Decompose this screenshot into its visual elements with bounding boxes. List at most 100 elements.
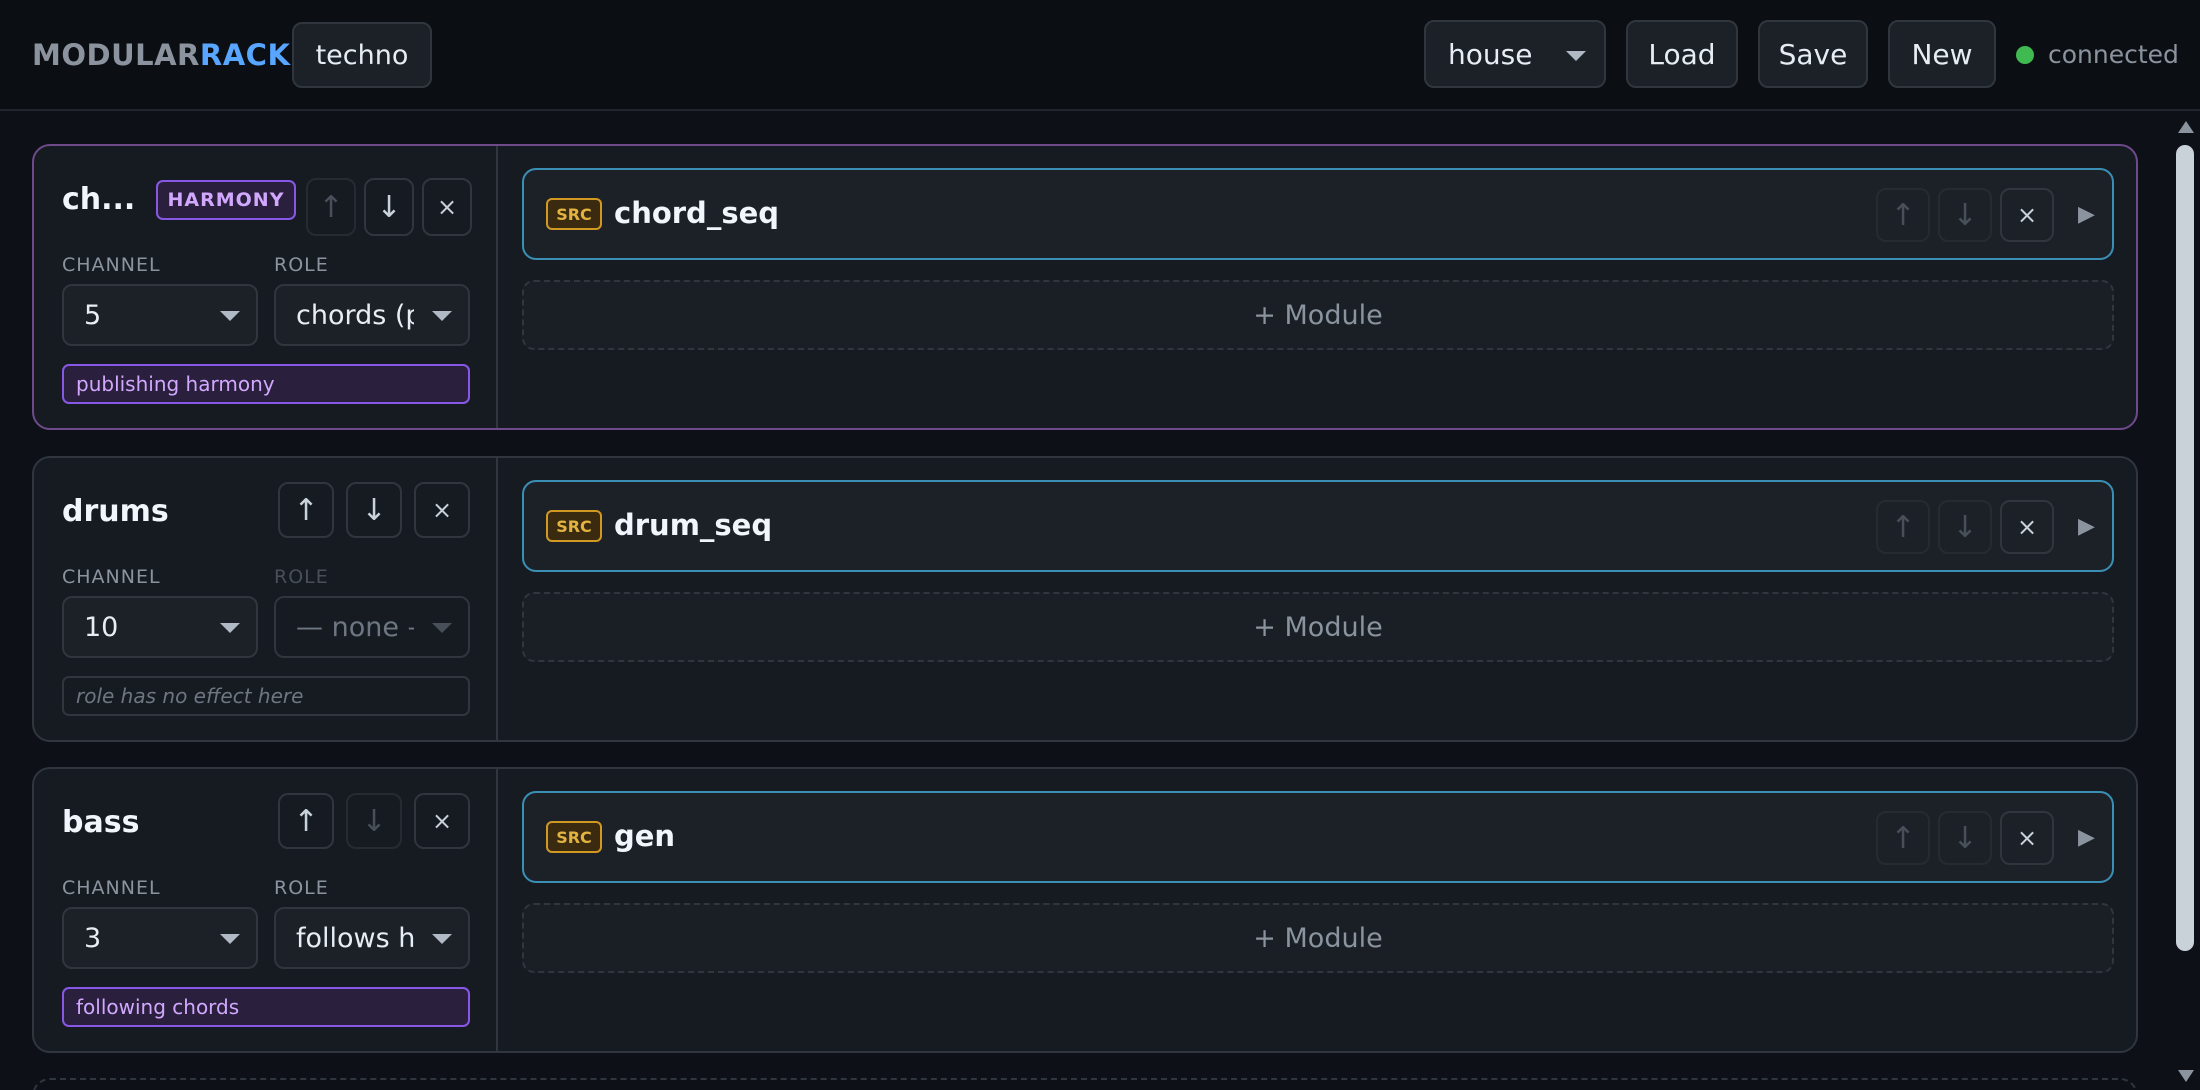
role-select-value: — none —	[296, 611, 414, 643]
close-icon: ×	[2016, 201, 2038, 229]
module-card[interactable]: SRC chord_seq ↑ ↓ × ▶	[522, 168, 2114, 260]
move-module-down-button[interactable]: ↓	[1938, 500, 1992, 554]
track-bass: bass ↑ ↓ × CHANNEL ROLE 3 follows ha fol…	[32, 767, 2138, 1053]
delete-module-button[interactable]: ×	[2000, 811, 2054, 865]
new-button[interactable]: New	[1888, 20, 1996, 88]
delete-track-button[interactable]: ×	[414, 793, 470, 849]
scroll-up-icon[interactable]	[2178, 121, 2194, 133]
move-track-up-button[interactable]: ↑	[306, 178, 356, 236]
delete-module-button[interactable]: ×	[2000, 188, 2054, 242]
close-icon: ×	[436, 193, 458, 221]
harmony-badge: HARMONY	[156, 180, 296, 220]
move-module-down-button[interactable]: ↓	[1938, 188, 1992, 242]
delete-module-button[interactable]: ×	[2000, 500, 2054, 554]
arrow-up-icon: ↑	[1890, 197, 1916, 233]
track-settings-panel: ch... HARMONY ↑ ↓ × CHANNEL ROLE 5 chord…	[34, 146, 498, 428]
role-status-note: following chords	[62, 987, 470, 1027]
top-bar: MODULARRACK techno house Load Save New c…	[0, 0, 2200, 111]
arrow-down-icon: ↓	[361, 803, 387, 839]
channel-select-value: 5	[84, 299, 102, 331]
track-name[interactable]: ch...	[62, 182, 135, 217]
arrow-down-icon: ↓	[1952, 197, 1978, 233]
delete-track-button[interactable]: ×	[422, 178, 472, 236]
channel-label: CHANNEL	[62, 254, 161, 276]
expand-module-icon[interactable]: ▶	[2078, 825, 2095, 850]
role-select-value: chords (pu	[296, 299, 414, 331]
track-settings-panel: drums ↑ ↓ × CHANNEL ROLE 10 — none — rol…	[34, 458, 498, 740]
move-track-up-button[interactable]: ↑	[278, 793, 334, 849]
track-chords: ch... HARMONY ↑ ↓ × CHANNEL ROLE 5 chord…	[32, 144, 2138, 430]
role-select[interactable]: chords (pu	[274, 284, 470, 346]
move-module-up-button[interactable]: ↑	[1876, 500, 1930, 554]
chevron-down-icon	[432, 934, 452, 944]
add-module-button[interactable]: + Module	[522, 592, 2114, 662]
channel-select-value: 3	[84, 922, 102, 954]
arrow-up-icon: ↑	[293, 492, 319, 528]
role-label: ROLE	[274, 254, 329, 276]
chevron-down-icon	[220, 623, 240, 633]
move-module-down-button[interactable]: ↓	[1938, 811, 1992, 865]
track-name[interactable]: bass	[62, 805, 139, 840]
save-button[interactable]: Save	[1758, 20, 1868, 88]
delete-track-button[interactable]: ×	[414, 482, 470, 538]
scroll-thumb[interactable]	[2176, 145, 2194, 951]
arrow-up-icon: ↑	[318, 189, 344, 225]
module-name: gen	[614, 819, 676, 853]
module-card[interactable]: SRC gen ↑ ↓ × ▶	[522, 791, 2114, 883]
close-icon: ×	[2016, 824, 2038, 852]
close-icon: ×	[2016, 513, 2038, 541]
preset-select[interactable]: house	[1424, 20, 1606, 88]
move-track-up-button[interactable]: ↑	[278, 482, 334, 538]
arrow-up-icon: ↑	[293, 803, 319, 839]
role-select[interactable]: follows ha	[274, 907, 470, 969]
role-status-note: publishing harmony	[62, 364, 470, 404]
expand-module-icon[interactable]: ▶	[2078, 202, 2095, 227]
source-badge: SRC	[546, 510, 602, 542]
chevron-down-icon	[1566, 51, 1586, 61]
close-icon: ×	[431, 807, 453, 835]
preset-select-value: house	[1448, 37, 1533, 71]
channel-select-value: 10	[84, 611, 119, 643]
vertical-scrollbar[interactable]	[2172, 113, 2200, 1090]
load-button[interactable]: Load	[1626, 20, 1738, 88]
arrow-down-icon: ↓	[376, 189, 402, 225]
arrow-up-icon: ↑	[1890, 509, 1916, 545]
channel-select[interactable]: 3	[62, 907, 258, 969]
channel-select[interactable]: 10	[62, 596, 258, 658]
track-drums: drums ↑ ↓ × CHANNEL ROLE 10 — none — rol…	[32, 456, 2138, 742]
move-track-down-button[interactable]: ↓	[346, 482, 402, 538]
channel-label: CHANNEL	[62, 877, 161, 899]
chevron-down-icon	[220, 934, 240, 944]
arrow-down-icon: ↓	[361, 492, 387, 528]
move-module-up-button[interactable]: ↑	[1876, 188, 1930, 242]
chevron-down-icon	[432, 623, 452, 633]
arrow-down-icon: ↓	[1952, 509, 1978, 545]
chevron-down-icon	[220, 311, 240, 321]
scroll-down-icon[interactable]	[2178, 1070, 2194, 1082]
source-badge: SRC	[546, 821, 602, 853]
arrow-up-icon: ↑	[1890, 820, 1916, 856]
module-name: drum_seq	[614, 508, 773, 542]
move-track-down-button[interactable]: ↓	[346, 793, 402, 849]
role-label: ROLE	[274, 877, 329, 899]
add-track-area[interactable]	[32, 1078, 2138, 1090]
role-select: — none —	[274, 596, 470, 658]
chevron-down-icon	[432, 311, 452, 321]
role-label: ROLE	[274, 566, 329, 588]
close-icon: ×	[431, 496, 453, 524]
add-module-button[interactable]: + Module	[522, 280, 2114, 350]
arrow-down-icon: ↓	[1952, 820, 1978, 856]
module-name: chord_seq	[614, 196, 780, 230]
move-track-down-button[interactable]: ↓	[364, 178, 414, 236]
track-name[interactable]: drums	[62, 494, 169, 529]
module-card[interactable]: SRC drum_seq ↑ ↓ × ▶	[522, 480, 2114, 572]
project-name-button[interactable]: techno	[292, 22, 432, 88]
track-settings-panel: bass ↑ ↓ × CHANNEL ROLE 3 follows ha fol…	[34, 769, 498, 1051]
add-module-button[interactable]: + Module	[522, 903, 2114, 973]
expand-module-icon[interactable]: ▶	[2078, 514, 2095, 539]
channel-select[interactable]: 5	[62, 284, 258, 346]
role-status-note: role has no effect here	[62, 676, 470, 716]
source-badge: SRC	[546, 198, 602, 230]
role-select-value: follows ha	[296, 922, 414, 954]
move-module-up-button[interactable]: ↑	[1876, 811, 1930, 865]
